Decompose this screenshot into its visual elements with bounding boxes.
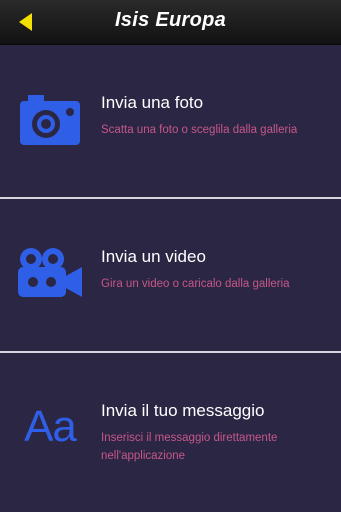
navigation-bar: Isis Europa	[0, 0, 341, 45]
text-aa-icon: Aa	[18, 399, 82, 455]
video-camera-icon	[18, 245, 82, 301]
page-title: Isis Europa	[114, 9, 227, 31]
send-video-title: Invia un video	[101, 247, 206, 266]
aa-glyph: Aa	[24, 402, 77, 451]
send-message-item[interactable]: Aa Invia il tuo messaggio Inserisci il m…	[0, 353, 341, 507]
camera-icon	[18, 92, 82, 148]
send-video-item[interactable]: Invia un video Gira un video o caricalo …	[0, 199, 341, 353]
send-photo-subtitle: Scatta una foto o sceglila dalla galleri…	[101, 124, 298, 136]
send-photo-item[interactable]: Invia una foto Scatta una foto o sceglil…	[0, 45, 341, 199]
action-menu: Invia una foto Scatta una foto o sceglil…	[0, 45, 341, 507]
send-message-subtitle: Inserisci il messaggio direttamente nell…	[101, 432, 278, 462]
send-video-subtitle: Gira un video o caricalo dalla galleria	[101, 278, 290, 290]
send-photo-title: Invia una foto	[101, 93, 204, 112]
send-message-title: Invia il tuo messaggio	[101, 401, 265, 420]
